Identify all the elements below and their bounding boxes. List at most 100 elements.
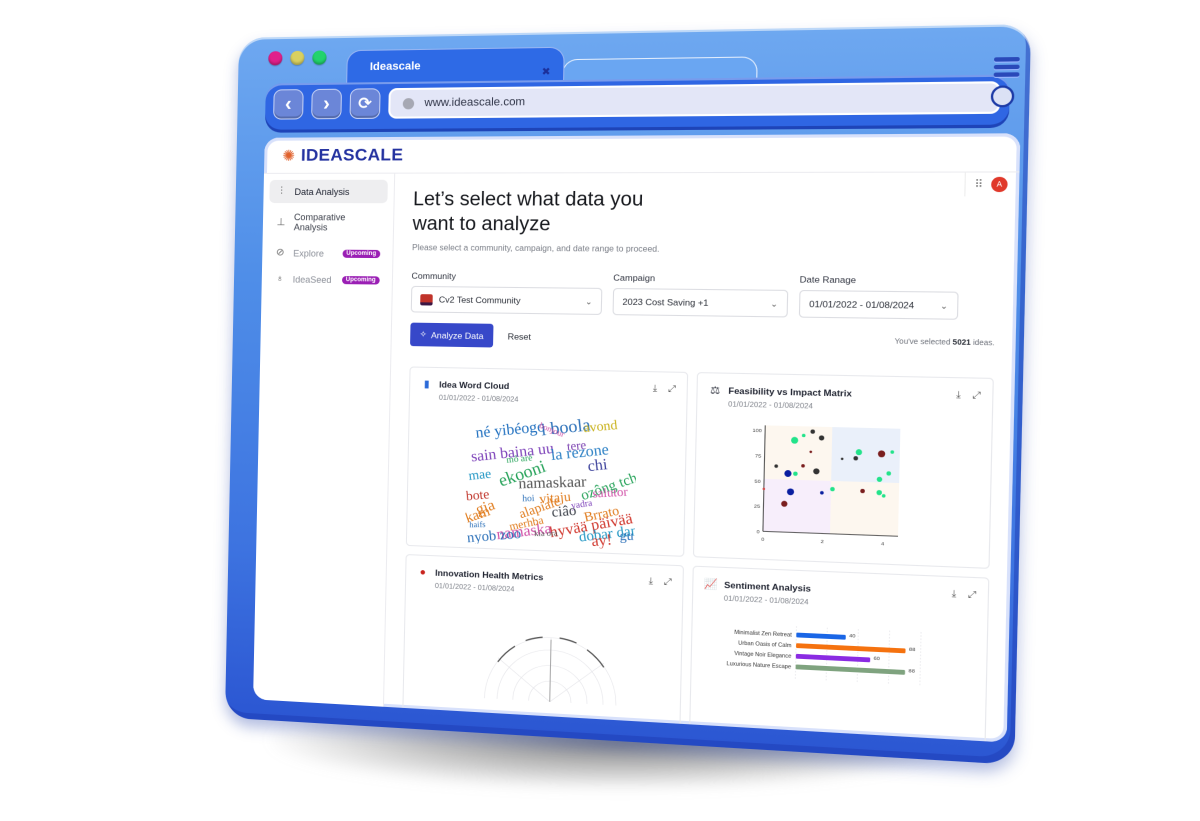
sentiment-chart: Minimalist Zen Retreat 40 Urban Oasis of C… — [726, 622, 932, 719]
word-cloud-word: salutor — [592, 484, 629, 501]
sidebar-item-label: Explore — [293, 247, 325, 259]
maximize-window-button[interactable] — [312, 50, 327, 65]
expand-icon[interactable]: ⤢ — [668, 383, 676, 395]
sidebar-item-explore[interactable]: ⊘ Explore Upcoming — [268, 241, 387, 265]
y-tick-label: 25 — [754, 504, 761, 511]
sentiment-analysis-card: 📈 Sentiment Analysis 01/01/2022 - 01/08/… — [688, 565, 990, 743]
community-label: Community — [411, 270, 457, 282]
analyze-data-label: Analyze Data — [430, 329, 484, 341]
x-tick-label: 0 — [761, 537, 764, 544]
y-tick-label: 0 — [756, 529, 759, 536]
bar — [796, 632, 846, 640]
bar — [795, 653, 871, 663]
feasibility-impact-chart: 0 25 50 75 100 0 2 4 — [752, 421, 901, 548]
sidebar-item-data-analysis[interactable]: ⫶ Data Analysis — [269, 179, 388, 204]
category-label: Urban Oasis of Calm — [738, 640, 792, 649]
selected-ideas-count: You've selected 5021 ideas. — [895, 338, 995, 347]
download-icon[interactable]: ⤓ — [952, 588, 957, 600]
date-range-select[interactable]: 01/01/2022 - 01/08/2024 ⌄ — [798, 289, 959, 320]
sidebar-item-label: IdeaSeed — [292, 274, 332, 285]
y-tick-label: 50 — [754, 478, 761, 485]
selected-prefix: You've selected — [894, 338, 953, 347]
browser-menu-icon[interactable] — [993, 57, 1020, 80]
card-title: Innovation Health Metrics — [435, 567, 544, 583]
page-subtitle: Please select a community, campaign, and… — [412, 243, 660, 254]
chevron-right-icon: › — [322, 92, 331, 115]
comparative-analysis-icon: ⊥ — [276, 216, 286, 228]
card-title: Sentiment Analysis — [724, 579, 812, 594]
download-icon[interactable]: ⤓ — [653, 383, 658, 395]
expand-icon[interactable]: ⤢ — [664, 576, 672, 588]
selected-count-value: 5021 — [952, 339, 971, 348]
card-date: 01/01/2022 - 01/08/2024 — [438, 394, 519, 404]
word-cloud-word: né yibéogo — [474, 418, 546, 442]
word-cloud-word: chi — [586, 456, 609, 476]
feasibility-impact-card: ⚖ Feasibility vs Impact Matrix 01/01/202… — [692, 372, 994, 569]
main-content: ⠿ A Let’s select what data you want to a… — [384, 172, 1020, 743]
quadrant-bottom-left — [762, 478, 832, 534]
apps-grid-icon[interactable]: ⠿ — [974, 179, 982, 191]
upcoming-badge: Upcoming — [342, 249, 381, 258]
lightbulb-icon: ♁ — [275, 273, 284, 285]
quadrant-top-left — [764, 425, 833, 481]
chevron-down-icon: ⌄ — [770, 298, 779, 309]
grid-line — [857, 629, 858, 682]
browser-profile-icon[interactable] — [990, 85, 1015, 108]
page-title: Let’s select what data you want to analy… — [412, 188, 644, 236]
expand-icon[interactable]: ⤢ — [972, 389, 981, 401]
x-tick-label: 2 — [821, 539, 825, 546]
community-logo-icon — [420, 293, 433, 306]
analyze-data-button[interactable]: ✧ Analyze Data — [410, 322, 494, 348]
campaign-value: 2023 Cost Saving +1 — [622, 296, 709, 308]
download-icon[interactable]: ⤓ — [956, 389, 961, 401]
analysis-cards: ▮ Idea Word Cloud 01/01/2022 - 01/08/202… — [401, 366, 994, 743]
bar-value-label: 88 — [908, 668, 915, 675]
chevron-down-icon: ⌄ — [940, 300, 949, 311]
campaign-select[interactable]: 2023 Cost Saving +1 ⌄ — [612, 288, 789, 318]
word-cloud: né yibéogo i boola avond tere sain baina uu l… — [464, 413, 638, 550]
grid-line — [888, 631, 889, 685]
grid-line — [920, 632, 921, 686]
reload-button[interactable]: ⟳ — [349, 88, 381, 120]
quadrant-bottom-right — [829, 480, 900, 537]
innovation-health-card: ● Innovation Health Metrics 01/01/2022 -… — [401, 554, 684, 743]
app-logo[interactable]: IDEASCALE — [301, 145, 404, 166]
close-tab-icon[interactable]: ✖ — [541, 67, 550, 79]
sidebar-item-label: Data Analysis — [294, 186, 350, 197]
browser-toolbar: ‹ › ⟳ www.ideascale.com — [264, 57, 1020, 130]
address-bar[interactable]: www.ideascale.com — [388, 81, 1001, 119]
radar-axis-mark — [559, 638, 576, 643]
community-select[interactable]: Cv2 Test Community ⌄ — [410, 285, 603, 315]
back-button[interactable]: ‹ — [273, 89, 304, 120]
sidebar-item-ideaseed[interactable]: ♁ IdeaSeed Upcoming — [268, 267, 387, 291]
reload-icon: ⟳ — [358, 95, 373, 113]
radar-axis — [550, 640, 551, 702]
campaign-field: Campaign 2023 Cost Saving +1 ⌄ — [612, 272, 789, 318]
close-window-button[interactable] — [268, 51, 283, 66]
reset-button[interactable]: Reset — [507, 331, 531, 342]
data-analysis-icon: ⫶ — [280, 185, 283, 197]
app-header: ✺ IDEASCALE — [263, 133, 1021, 174]
download-icon[interactable]: ⤓ — [649, 575, 654, 587]
radar-axis-mark — [587, 650, 604, 668]
site-info-icon — [402, 97, 415, 109]
word-cloud-word: haifs — [469, 519, 486, 530]
word-cloud-word: hoi — [522, 492, 535, 504]
app-viewport: ✺ IDEASCALE ⫶ Data Analysis ⊥ Comparativ… — [253, 133, 1021, 743]
sidebar-item-comparative-analysis[interactable]: ⊥ Comparative Analysis — [269, 206, 388, 239]
category-label: Luxurious Nature Escape — [726, 661, 791, 671]
health-alert-icon: ● — [419, 566, 426, 578]
community-value: Cv2 Test Community — [438, 294, 521, 306]
x-tick-label: 4 — [881, 541, 885, 548]
bar-chart-icon: ▮ — [423, 378, 430, 390]
filter-form: Community Cv2 Test Community ⌄ Campaign … — [410, 270, 996, 321]
chevron-down-icon: ⌄ — [585, 296, 593, 307]
window-controls — [268, 50, 327, 66]
expand-icon[interactable]: ⤢ — [968, 589, 977, 601]
tab-label: Ideascale — [369, 60, 421, 74]
selected-suffix: ideas. — [970, 339, 995, 348]
forward-button[interactable]: › — [311, 88, 343, 120]
minimize-window-button[interactable] — [290, 50, 305, 66]
user-avatar[interactable]: A — [991, 176, 1008, 193]
header-actions: ⠿ A — [963, 172, 1008, 197]
